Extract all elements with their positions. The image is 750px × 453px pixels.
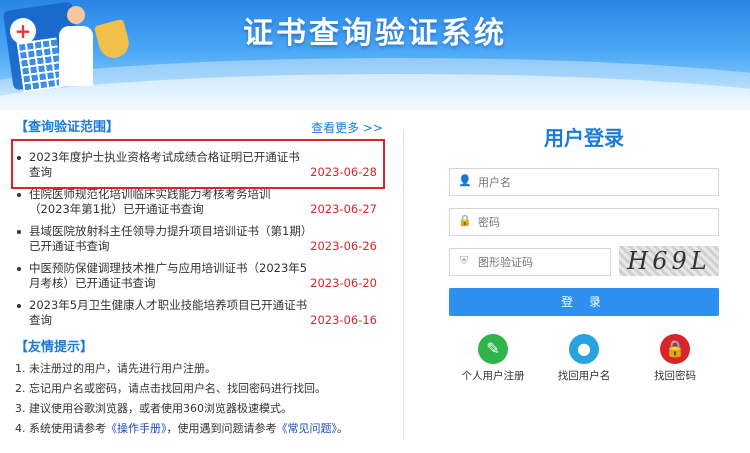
faq-link[interactable]: 《常见问题》 (277, 422, 338, 435)
view-more-link[interactable]: 查看更多 >> (311, 118, 383, 138)
tip-item: 1. 未注册过的用户，请先进行用户注册。 (15, 362, 216, 375)
lock-icon: 🔒 (458, 214, 472, 227)
tip-item: 3. 建议使用谷歌浏览器，或者使用360浏览器极速模式。 (15, 402, 292, 415)
manual-link[interactable]: 《操作手册》 (106, 422, 167, 435)
divider (403, 130, 404, 440)
tips-heading: 【友情提示】 (15, 340, 94, 355)
login-panel: 用户登录 👤 🔒 ⛨ H69L 登 录 ✎ 个人用户注册 ● 找回用户名 (449, 120, 719, 383)
list-item[interactable]: 2023年度护士执业资格考试成绩合格证明已开通证书查询 2023-06-28 (15, 147, 383, 184)
list-item[interactable]: 中医预防保健调理技术推广与应用培训证书（2023年5月考核）已开通证书查询 202… (15, 258, 383, 295)
query-scope-heading: 【查询验证范围】 (15, 120, 120, 135)
captcha-row: ⛨ H69L (449, 246, 719, 276)
username-field[interactable]: 👤 (449, 168, 719, 196)
recover-password-button[interactable]: 🔒 找回密码 (635, 334, 715, 383)
username-input[interactable] (476, 172, 700, 192)
page-title: 证书查询验证系统 (243, 16, 507, 51)
register-button[interactable]: ✎ 个人用户注册 (453, 334, 533, 383)
item-date: 2023-06-28 (310, 165, 377, 179)
query-scope-section: 【查询验证范围】 查看更多 >> 2023年度护士执业资格考试成绩合格证明已开通… (11, 118, 385, 439)
user-icon: 👤 (458, 174, 472, 187)
list-item[interactable]: 住院医师规范化培训临床实践能力考核考务培训（2023年第1批）已开通证书查询 20… (15, 184, 383, 221)
item-date: 2023-06-20 (310, 276, 377, 290)
recover-username-button[interactable]: ● 找回用户名 (544, 334, 624, 383)
tip-item: 4. 系统使用请参考《操作手册》，使用遇到问题请参考《常见问题》。 (15, 422, 348, 435)
main-panel: 【查询验证范围】 查看更多 >> 2023年度护士执业资格考试成绩合格证明已开通… (3, 110, 747, 453)
list-item[interactable]: 2023年5月卫生健康人才职业技能培养项目已开通证书查询 2023-06-16 (15, 295, 383, 332)
news-list: 2023年度护士执业资格考试成绩合格证明已开通证书查询 2023-06-28 住院… (15, 147, 383, 332)
item-date: 2023-06-26 (310, 239, 377, 253)
password-field[interactable]: 🔒 (449, 208, 719, 236)
item-date: 2023-06-27 (310, 202, 377, 216)
list-item[interactable]: 县域医院放射科主任领导力提升项目培训证书（第1期）已开通证书查询 2023-06-… (15, 221, 383, 258)
shield-check-icon: ⛨ (459, 254, 469, 267)
password-input[interactable] (476, 212, 700, 232)
pencil-icon: ✎ (478, 334, 508, 364)
user-icon: ● (569, 334, 599, 364)
login-title: 用户登录 (544, 126, 624, 150)
captcha-image[interactable]: H69L (619, 246, 719, 276)
item-date: 2023-06-16 (310, 313, 377, 327)
login-button[interactable]: 登 录 (449, 288, 719, 316)
lock-icon: 🔒 (660, 334, 690, 364)
tip-item: 2. 忘记用户名或密码，请点击找回用户名、找回密码进行找回。 (15, 382, 326, 395)
tips-list: 1. 未注册过的用户，请先进行用户注册。 2. 忘记用户名或密码，请点击找回用户… (15, 359, 383, 439)
header-banner: + 证书查询验证系统 (0, 0, 750, 110)
captcha-input[interactable] (476, 252, 600, 272)
account-actions: ✎ 个人用户注册 ● 找回用户名 🔒 找回密码 (449, 334, 719, 383)
captcha-field[interactable]: ⛨ (449, 248, 611, 276)
